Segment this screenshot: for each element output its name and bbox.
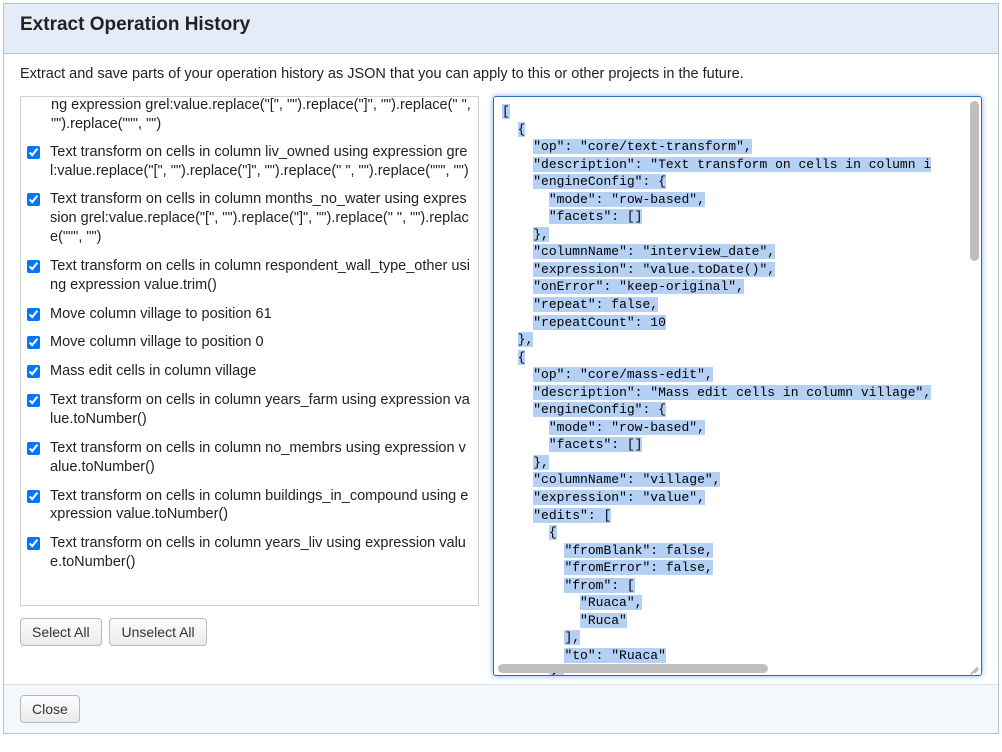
operations-list[interactable]: ng expression grel:value.replace("[", ""…: [20, 96, 479, 606]
operation-checkbox[interactable]: [27, 336, 40, 349]
operation-label: Mass edit cells in column village: [50, 362, 256, 381]
columns: ng expression grel:value.replace("[", ""…: [20, 96, 982, 676]
operation-label: Text transform on cells in column liv_ow…: [50, 143, 472, 181]
operation-label: Text transform on cells in column buildi…: [50, 487, 472, 525]
operation-checkbox[interactable]: [27, 308, 40, 321]
titlebar: Extract Operation History: [4, 4, 998, 54]
extract-history-dialog: Extract Operation History Extract and sa…: [3, 3, 999, 734]
unselect-all-button[interactable]: Unselect All: [109, 618, 206, 646]
operation-checkbox[interactable]: [27, 260, 40, 273]
operation-label: Move column village to position 61: [50, 305, 272, 324]
operation-label: Text transform on cells in column years_…: [50, 391, 472, 429]
dialog-footer: Close: [4, 684, 998, 733]
list-item[interactable]: Move column village to position 0: [27, 328, 472, 357]
operation-checkbox[interactable]: [27, 394, 40, 407]
json-column: [ { "op": "core/text-transform", "descri…: [493, 96, 982, 676]
operation-label: Text transform on cells in column months…: [50, 190, 472, 247]
list-item[interactable]: Text transform on cells in column liv_ow…: [27, 138, 472, 186]
operation-checkbox[interactable]: [27, 193, 40, 206]
operation-checkbox[interactable]: [27, 490, 40, 503]
list-item[interactable]: Text transform on cells in column years_…: [27, 386, 472, 434]
dialog-content: Extract and save parts of your operation…: [4, 54, 998, 684]
json-horizontal-scrollbar[interactable]: [498, 664, 768, 673]
resize-handle-icon[interactable]: [967, 661, 979, 673]
list-item[interactable]: Move column village to position 61: [27, 300, 472, 329]
list-item[interactable]: Text transform on cells in column years_…: [27, 529, 472, 577]
dialog-title: Extract Operation History: [20, 14, 982, 36]
operation-label: Text transform on cells in column years_…: [50, 534, 472, 572]
selection-buttons: Select All Unselect All: [20, 618, 479, 646]
select-all-button[interactable]: Select All: [20, 618, 102, 646]
close-button[interactable]: Close: [20, 695, 80, 723]
list-item[interactable]: Text transform on cells in column no_mem…: [27, 434, 472, 482]
operations-column: ng expression grel:value.replace("[", ""…: [20, 96, 479, 676]
list-item[interactable]: Mass edit cells in column village: [27, 357, 472, 386]
instructions-text: Extract and save parts of your operation…: [20, 66, 982, 82]
operation-checkbox[interactable]: [27, 365, 40, 378]
operation-checkbox[interactable]: [27, 537, 40, 550]
operation-label: Move column village to position 0: [50, 333, 264, 352]
list-item[interactable]: Text transform on cells in column buildi…: [27, 482, 472, 530]
operation-checkbox[interactable]: [27, 146, 40, 159]
list-item-partial: ng expression grel:value.replace("[", ""…: [27, 96, 472, 134]
list-item[interactable]: Text transform on cells in column respon…: [27, 252, 472, 300]
operation-checkbox[interactable]: [27, 442, 40, 455]
json-textarea[interactable]: [ { "op": "core/text-transform", "descri…: [493, 96, 982, 676]
operation-label: Text transform on cells in column no_mem…: [50, 439, 472, 477]
list-item[interactable]: Text transform on cells in column months…: [27, 185, 472, 252]
json-vertical-scrollbar[interactable]: [970, 101, 979, 261]
operation-label: Text transform on cells in column respon…: [50, 257, 472, 295]
